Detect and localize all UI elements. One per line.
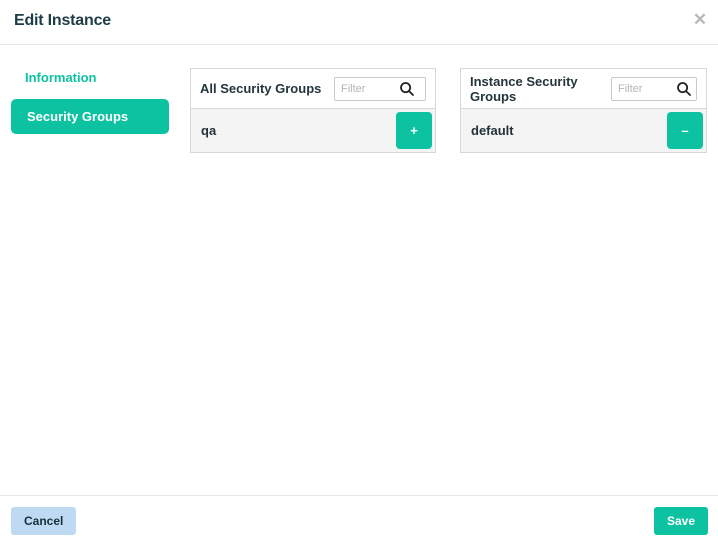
cancel-button[interactable]: Cancel [11,507,76,535]
instance-groups-filter [611,77,697,101]
modal-header: Edit Instance ✕ [0,0,718,45]
instance-security-groups-title: Instance Security Groups [470,74,611,104]
available-group-name: qa [201,123,216,138]
instance-security-groups-panel: Instance Security Groups default – [460,68,707,153]
all-security-groups-header: All Security Groups [191,69,435,108]
all-groups-filter [334,77,426,101]
selected-group-name: default [471,123,514,138]
instance-security-groups-header: Instance Security Groups [461,69,706,108]
search-icon[interactable] [676,81,692,97]
save-button[interactable]: Save [654,507,708,535]
modal-side-nav: Information Security Groups [11,62,169,134]
close-icon[interactable]: ✕ [690,10,710,30]
all-groups-filter-input[interactable] [341,79,399,99]
all-security-groups-panel: All Security Groups qa + [190,68,436,153]
available-group-row: qa + [191,108,435,152]
add-group-button[interactable]: + [396,112,432,149]
edit-instance-modal: Edit Instance ✕ Information Security Gro… [0,0,718,546]
modal-footer: Cancel Save [0,495,718,546]
selected-group-row: default – [461,108,706,152]
tab-security-groups[interactable]: Security Groups [11,99,169,134]
instance-groups-filter-input[interactable] [618,79,676,99]
tab-information[interactable]: Information [11,62,169,93]
all-security-groups-title: All Security Groups [200,81,321,96]
remove-group-button[interactable]: – [667,112,703,149]
modal-title: Edit Instance [14,12,111,30]
search-icon[interactable] [399,81,415,97]
